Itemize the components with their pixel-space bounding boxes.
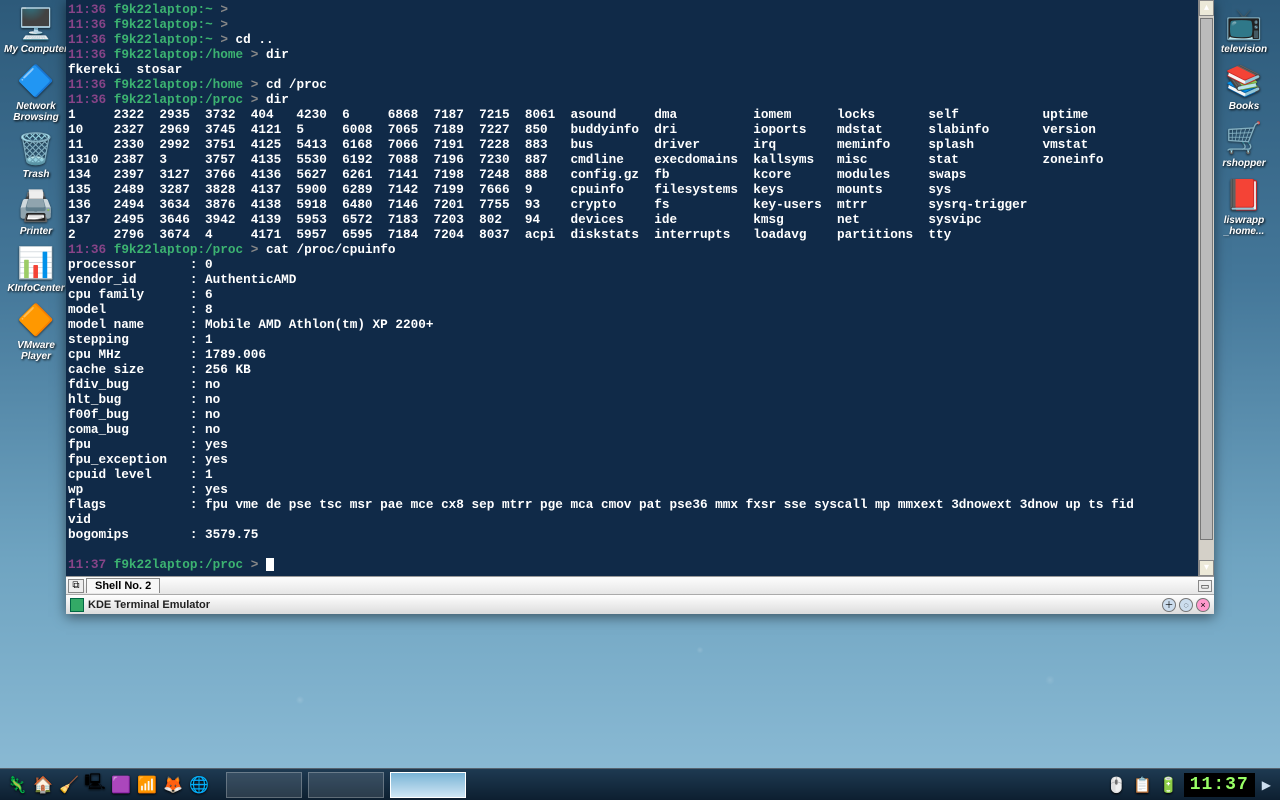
desktop-icon-my-computer[interactable]: 🖥️My Computer [4,4,68,55]
desktop-icon-vmware-player[interactable]: 🔶VMware Player [4,300,68,362]
desktop-icon-network-browsing[interactable]: 🔷Network Browsing [4,61,68,123]
task-button-empty-1[interactable] [226,772,302,798]
scroll-up-button[interactable]: ▴ [1199,0,1214,16]
terminal-titlebar[interactable]: KDE Terminal Emulator ＋ ◌ × [66,594,1214,614]
quicklaunch-broom-icon[interactable]: 🧹 [58,774,80,796]
computer-icon: 🖥️ [16,4,56,44]
desktop-icon-label: Network Browsing [4,101,68,123]
terminal-text[interactable]: 11:36 f9k22laptop:~ > 11:36 f9k22laptop:… [66,0,1198,576]
quicklaunch-start-icon[interactable]: 🦎 [6,774,28,796]
quicklaunch-globe-icon[interactable]: 🌐 [188,774,210,796]
task-button-empty-2[interactable] [308,772,384,798]
window-close-button[interactable]: × [1196,598,1210,612]
desktop-icon-printer[interactable]: 🖨️Printer [4,186,68,237]
terminal-tab-active[interactable]: Shell No. 2 [86,578,160,593]
desktop-icon-label: Trash [22,169,49,180]
desktop-right-column: 📺television 📚Books 🛒rshopper 📕liswrapp _… [1212,4,1276,237]
tray-power-icon[interactable]: 🔋 [1158,774,1180,796]
scroll-thumb[interactable] [1200,18,1213,540]
desktop-icon-label: VMware Player [4,340,68,362]
window-title: KDE Terminal Emulator [88,599,1159,611]
task-button-konsole-active[interactable] [390,772,466,798]
tray-clipboard-icon[interactable]: 📋 [1132,774,1154,796]
tv-icon: 📺 [1224,4,1264,44]
cart-icon: 🛒 [1224,118,1264,158]
quicklaunch-network-icon[interactable]: 📶 [136,774,158,796]
quicklaunch-firefox-icon[interactable]: 🦊 [162,774,184,796]
info-icon: 📊 [16,243,56,283]
quicklaunch-home-icon[interactable]: 🏠 [32,774,54,796]
tray-icons: 🖱️📋🔋 [1106,774,1180,796]
terminal-window: 11:36 f9k22laptop:~ > 11:36 f9k22laptop:… [66,0,1214,614]
desktop-icon-label: KInfoCenter [7,283,64,294]
window-minimize-button[interactable]: ＋ [1162,598,1176,612]
desktop-pager-arrow[interactable]: ▶ [1259,778,1274,792]
desktop-icon-label: Books [1229,101,1260,112]
vmware-icon: 🔶 [16,300,56,340]
scroll-down-button[interactable]: ▾ [1199,560,1214,576]
terminal-tabstrip: ⧉ Shell No. 2 ▭ [66,576,1214,594]
taskbar-clock[interactable]: 11:37 [1184,773,1255,797]
desktop-icon-kinfocenter[interactable]: 📊KInfoCenter [4,243,68,294]
task-thumbnail [391,773,465,797]
desktop-icon-label: rshopper [1222,158,1265,169]
printer-icon: 🖨️ [16,186,56,226]
desktop-icon-shopper[interactable]: 🛒rshopper [1212,118,1276,169]
terminal-body: 11:36 f9k22laptop:~ > 11:36 f9k22laptop:… [66,0,1214,576]
desktop-icon-label: My Computer [4,44,68,55]
desktop-left-column: 🖥️My Computer 🔷Network Browsing 🗑️Trash … [4,4,68,362]
desktop-icon-television[interactable]: 📺television [1212,4,1276,55]
taskbar: 🦎🏠🧹🖳🟪📶🦊🌐 🖱️📋🔋 11:37 ▶ [0,768,1280,800]
desktop-icon-label: television [1221,44,1267,55]
desktop-icon-liswrapp[interactable]: 📕liswrapp _home... [1212,175,1276,237]
trash-icon: 🗑️ [16,129,56,169]
quicklaunch-kontact-icon[interactable]: 🟪 [110,774,132,796]
desktop-icon-label: liswrapp _home... [1212,215,1276,237]
network-icon: 🔷 [16,61,56,101]
pdf-icon: 📕 [1224,175,1264,215]
quicklaunch: 🦎🏠🧹🖳🟪📶🦊🌐 [6,774,210,796]
books-icon: 📚 [1224,61,1264,101]
system-tray: 🖱️📋🔋 11:37 ▶ [1106,773,1274,797]
window-maximize-button[interactable]: ◌ [1179,598,1193,612]
quicklaunch-terminal-icon[interactable]: 🖳 [84,774,106,796]
desktop-icon-label: Printer [20,226,52,237]
konsole-icon [70,598,84,612]
tray-mouse-icon[interactable]: 🖱️ [1106,774,1128,796]
desktop-icon-trash[interactable]: 🗑️Trash [4,129,68,180]
desktop-icon-books[interactable]: 📚Books [1212,61,1276,112]
tab-minimize-button[interactable]: ▭ [1198,580,1212,592]
new-tab-button[interactable]: ⧉ [68,579,84,593]
terminal-scrollbar[interactable]: ▴ ▾ [1198,0,1214,576]
scroll-track[interactable] [1199,16,1214,560]
